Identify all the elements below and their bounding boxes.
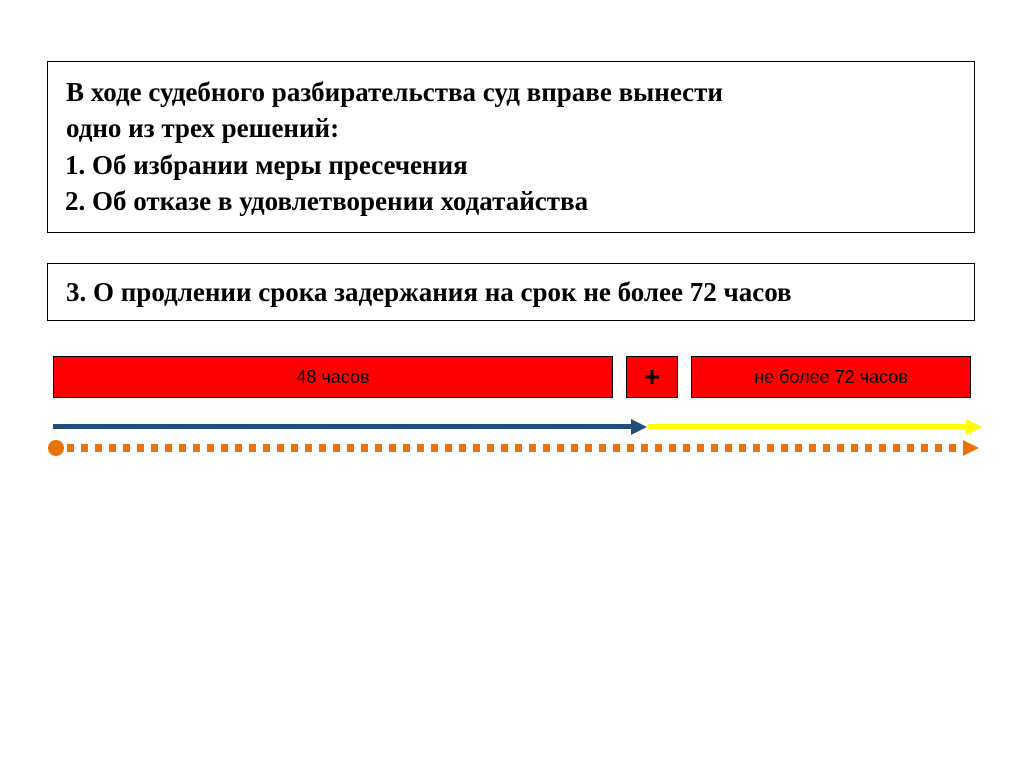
- segment-72h-label: не более 72 часов: [754, 367, 908, 388]
- segment-plus: +: [626, 356, 678, 398]
- decision-item-2: Об отказе в удовлетворении ходатайства: [92, 183, 956, 219]
- dotted-timeline: [53, 444, 973, 454]
- arrow-yellow: [648, 424, 968, 429]
- timeline-start-dot: [48, 440, 64, 456]
- segment-48h-label: 48 часов: [296, 367, 369, 388]
- arrow-blue: [53, 424, 633, 429]
- extension-text: 3. О продлении срока задержания на срок …: [66, 277, 792, 307]
- decisions-list: Об избрании меры пресечения Об отказе в …: [66, 147, 956, 220]
- plus-sign: +: [644, 361, 660, 393]
- decision-item-1: Об избрании меры пресечения: [92, 147, 956, 183]
- segment-48h: 48 часов: [53, 356, 613, 398]
- decisions-box: В ходе судебного разбирательства суд впр…: [47, 61, 975, 233]
- intro-line-1: В ходе судебного разбирательства суд впр…: [66, 74, 956, 110]
- extension-box: 3. О продлении срока задержания на срок …: [47, 263, 975, 321]
- intro-line-2: одно из трех решений:: [66, 110, 956, 146]
- segment-72h: не более 72 часов: [691, 356, 971, 398]
- timeline-end-arrow: [963, 440, 979, 456]
- timeline-dots: [67, 444, 959, 452]
